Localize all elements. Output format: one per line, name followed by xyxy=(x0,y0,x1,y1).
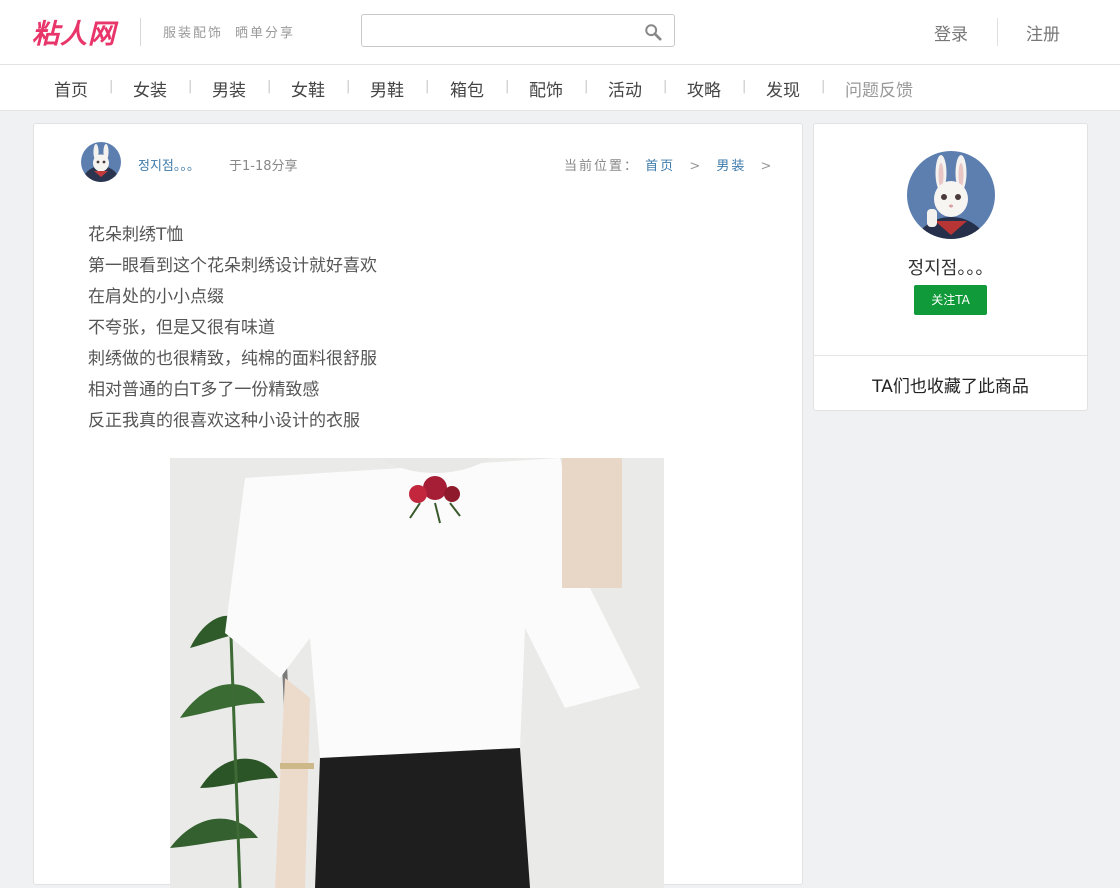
nav-item-mens-clothing[interactable]: 男装 xyxy=(212,76,246,101)
register-link[interactable]: 注册 xyxy=(1026,20,1060,45)
post-line: 花朵刺绣T恤 xyxy=(88,225,184,245)
nav-separator: | xyxy=(742,79,747,94)
nav-separator: | xyxy=(821,79,826,94)
breadcrumb-home-link[interactable]: 首页 xyxy=(645,159,675,174)
author-name[interactable]: 정지점。。。 xyxy=(138,155,200,174)
site-slogan: 服装配饰 晒单分享 xyxy=(163,22,307,41)
auth-divider xyxy=(997,18,998,46)
post-line: 刺绣做的也很精致，纯棉的面料很舒服 xyxy=(88,349,377,369)
nav-item-womens-shoes[interactable]: 女鞋 xyxy=(291,76,325,101)
breadcrumb-category-link[interactable]: 男装 xyxy=(716,159,746,174)
nav-separator: | xyxy=(425,79,430,94)
search-input[interactable] xyxy=(362,15,642,46)
nav-item-mens-shoes[interactable]: 男鞋 xyxy=(370,76,404,101)
share-date: 于1-18分享 xyxy=(229,159,298,174)
logo-divider xyxy=(140,18,141,46)
nav-separator: | xyxy=(267,79,272,94)
slogan-text-2: 晒单分享 xyxy=(235,26,296,41)
nav-item-guides[interactable]: 攻略 xyxy=(687,76,721,101)
card-divider xyxy=(814,355,1087,356)
post-line: 不夸张，但是又很有味道 xyxy=(88,318,275,338)
post-card: 정지점。。。 于1-18分享 当前位置： 首页 > 男装 > 花朵刺绣T恤 第一… xyxy=(33,123,803,888)
nav-item-accessories[interactable]: 配饰 xyxy=(529,76,563,101)
user-profile-card: 정지점。。。 关注TA TA们也收藏了此商品 xyxy=(813,123,1088,411)
login-link[interactable]: 登录 xyxy=(934,20,968,45)
search-box xyxy=(361,14,675,47)
search-icon[interactable] xyxy=(644,23,662,41)
post-body: 花朵刺绣T恤 第一眼看到这个花朵刺绣设计就好喜欢 在肩处的小小点缀 不夸张，但是… xyxy=(88,220,377,437)
breadcrumb-separator: > xyxy=(760,159,774,174)
slogan-text-1: 服装配饰 xyxy=(163,26,224,41)
also-favorited-title: TA们也收藏了此商品 xyxy=(872,377,1029,397)
breadcrumb: 当前位置： 首页 > 男装 > xyxy=(564,155,781,174)
main-nav: 首页 | 女装 | 男装 | 女鞋 | 男鞋 | 箱包 | 配饰 | 活动 | … xyxy=(0,65,1120,111)
breadcrumb-separator: > xyxy=(689,159,703,174)
author-avatar[interactable] xyxy=(81,142,121,182)
nav-item-discover[interactable]: 发现 xyxy=(766,76,800,101)
nav-separator: | xyxy=(663,79,668,94)
product-photo[interactable] xyxy=(170,458,664,888)
top-header: 粘人网 服装配饰 晒单分享 登录 注册 xyxy=(0,0,1120,65)
nav-separator: | xyxy=(584,79,589,94)
user-name[interactable]: 정지점。。。 xyxy=(814,254,1087,280)
nav-item-events[interactable]: 活动 xyxy=(608,76,642,101)
nav-item-womens-clothing[interactable]: 女装 xyxy=(133,76,167,101)
nav-separator: | xyxy=(505,79,510,94)
post-line: 在肩处的小小点缀 xyxy=(88,287,224,307)
post-line: 第一眼看到这个花朵刺绣设计就好喜欢 xyxy=(88,256,377,276)
nav-separator: | xyxy=(109,79,114,94)
breadcrumb-label: 当前位置： xyxy=(564,159,640,174)
post-line: 反正我真的很喜欢这种小设计的衣服 xyxy=(88,411,360,431)
follow-button[interactable]: 关注TA xyxy=(914,285,987,315)
nav-separator: | xyxy=(188,79,193,94)
post-line: 相对普通的白T多了一份精致感 xyxy=(88,380,320,400)
nav-item-home[interactable]: 首页 xyxy=(54,76,88,101)
nav-item-feedback[interactable]: 问题反馈 xyxy=(845,76,913,101)
user-avatar[interactable] xyxy=(907,151,995,239)
nav-separator: | xyxy=(346,79,351,94)
site-logo[interactable]: 粘人网 xyxy=(32,12,116,51)
nav-item-bags[interactable]: 箱包 xyxy=(450,76,484,101)
